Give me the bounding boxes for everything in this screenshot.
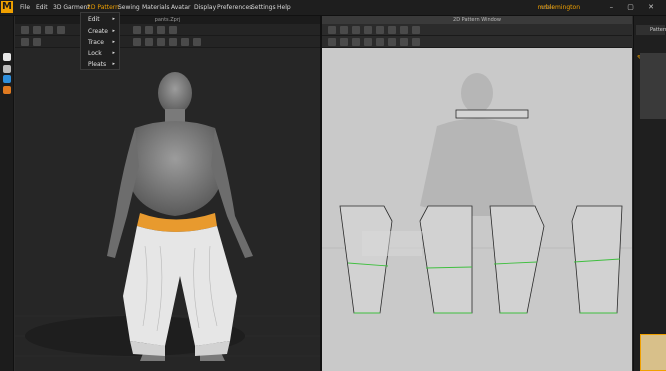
library-thumbnail[interactable] <box>640 334 666 371</box>
menu-2d-pattern[interactable]: 2D Pattern <box>87 4 119 11</box>
submenu-arrow-icon: ▸ <box>112 50 115 56</box>
menu-avatar[interactable]: Avatar <box>171 4 190 11</box>
figure-icon[interactable] <box>3 86 11 94</box>
dropdown-trace[interactable]: Trace <box>88 39 104 46</box>
menu-display[interactable]: Display <box>194 4 216 11</box>
menu-file[interactable]: File <box>20 4 30 11</box>
waistband-pattern[interactable] <box>455 109 529 119</box>
submenu-arrow-icon: ▸ <box>112 28 115 34</box>
dropdown-pleats[interactable]: Pleats <box>88 61 106 68</box>
menu-sewing[interactable]: Sewing <box>118 4 140 11</box>
menu-settings[interactable]: Settings <box>251 4 276 11</box>
menu-preferences[interactable]: Preferences <box>217 4 252 11</box>
pattern-tab[interactable]: Pattern <box>636 25 666 35</box>
menu-help[interactable]: Help <box>277 4 291 11</box>
avatar-silhouette <box>420 73 534 216</box>
app-logo: M <box>1 1 13 13</box>
2d-pattern-canvas <box>322 73 632 314</box>
avatar-icon[interactable] <box>3 65 11 73</box>
garment-icon[interactable] <box>3 53 11 61</box>
menu-materials[interactable]: Materials <box>142 4 170 11</box>
library-icon[interactable] <box>3 75 11 83</box>
dropdown-edit[interactable]: Edit <box>88 16 100 23</box>
menu-edit[interactable]: Edit <box>36 4 48 11</box>
menu-3d-garment[interactable]: 3D Garment <box>53 4 90 11</box>
blur-overlay <box>362 231 422 256</box>
left-sidebar <box>0 16 14 371</box>
2d-pattern-dropdown: Edit ▸ Create ▸ Trace ▸ Lock ▸ Pleats ▸ <box>80 12 120 70</box>
3d-garment-window[interactable]: pants.Zprj <box>15 16 320 371</box>
3d-viewport-scene <box>15 72 320 361</box>
pattern-piece-front-left[interactable] <box>339 205 393 314</box>
2d-pattern-window[interactable]: 2D Pattern Window <box>322 16 632 371</box>
pattern-piece-back-left[interactable] <box>419 205 473 314</box>
property-panel <box>640 53 666 119</box>
dropdown-lock[interactable]: Lock <box>88 50 102 57</box>
user-name[interactable]: mrblemington <box>538 4 580 11</box>
submenu-arrow-icon: ▸ <box>112 39 115 45</box>
right-panel: Pattern ✎ <box>633 16 666 371</box>
window-controls[interactable]: – ▢ ✕ <box>610 3 660 11</box>
dropdown-create[interactable]: Create <box>88 28 108 35</box>
submenu-arrow-icon: ▸ <box>112 16 115 22</box>
pattern-piece-back-right[interactable] <box>489 205 545 314</box>
submenu-arrow-icon: ▸ <box>112 61 115 67</box>
